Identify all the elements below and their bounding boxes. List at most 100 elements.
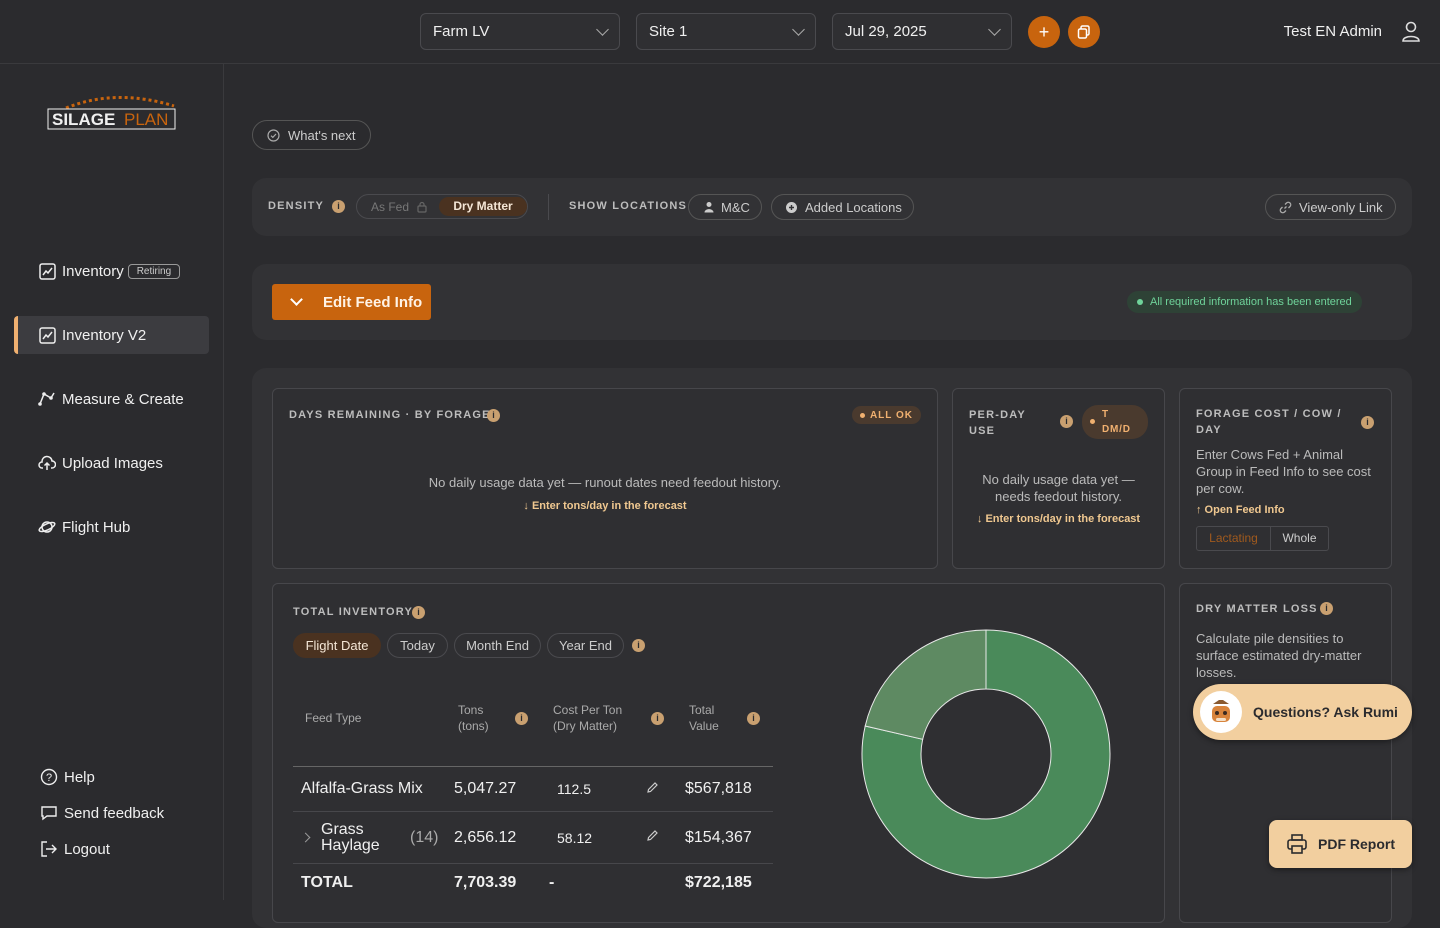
inventory-donut-chart [861,629,1111,879]
logout-link[interactable]: Logout [40,840,110,858]
sidebar-item-label: Inventory [62,262,124,280]
col-value-b: Value [689,719,719,733]
info-icon[interactable]: i [515,712,528,725]
sidebar-item-inventory[interactable]: Inventory Retiring [14,252,209,290]
lock-icon [417,201,427,213]
dry-matter-option[interactable]: Dry Matter [439,197,527,216]
forage-cost-message: Enter Cows Fed + Animal Group in Feed In… [1196,447,1371,496]
all-ok-text: ALL OK [869,409,913,421]
check-circle-icon [267,128,280,142]
plus-icon: + [1038,21,1050,42]
sidebar-item-label: Inventory V2 [62,326,147,344]
open-feed-info-link[interactable]: ↑ Open Feed Info [1196,504,1285,516]
sidebar-item-flight-hub[interactable]: Flight Hub [14,508,209,546]
feed-name: Alfalfa-Grass Mix [301,780,423,797]
logout-icon [41,841,57,857]
info-icon[interactable]: i [487,409,500,422]
sidebar-item-label: Flight Hub [62,518,131,536]
pencil-icon[interactable] [646,829,659,842]
info-icon[interactable]: i [1361,416,1374,429]
date-select[interactable]: Jul 29, 2025 [832,13,1012,50]
info-icon[interactable]: i [1060,415,1073,428]
edit-feed-info-label: Edit Feed Info [323,293,423,311]
status-dot [1090,419,1095,424]
total-value: $567,818 [685,780,752,797]
measure-icon [38,390,56,408]
info-icon[interactable]: i [1320,602,1333,615]
view-only-link-button[interactable]: View-only Link [1265,194,1396,220]
site-select[interactable]: Site 1 [636,13,816,50]
tab-today[interactable]: Today [387,633,448,658]
user-icon[interactable] [1400,20,1422,44]
tab-year-end[interactable]: Year End [547,633,624,658]
farm-select[interactable]: Farm LV [420,13,620,50]
info-icon[interactable]: i [332,200,345,213]
dry-matter-loss-title: DRY MATTER LOSS [1196,603,1318,615]
lactating-option[interactable]: Lactating [1197,527,1271,550]
ask-rumi-button[interactable]: Questions? Ask Rumi [1193,684,1412,740]
add-button[interactable]: + [1028,16,1060,48]
show-locations-label: SHOW LOCATIONS [569,200,688,212]
sidebar-item-upload-images[interactable]: Upload Images [14,444,209,482]
col-cost-b: (Dry Matter) [553,719,617,733]
send-feedback-label: Send feedback [64,804,165,822]
density-label: DENSITY [268,200,325,212]
col-feed-type[interactable]: Feed Type [305,710,361,726]
all-ok-badge: ALL OK [851,406,921,424]
info-icon[interactable]: i [651,712,664,725]
per-day-use-card: PER-DAY USE i T DM/D No daily usage data … [952,388,1165,569]
person-icon [704,202,714,213]
info-icon[interactable]: i [747,712,760,725]
donut-slice-2[interactable] [864,629,987,740]
status-dot [1137,299,1143,305]
total-value: $154,367 [685,829,752,846]
as-fed-option[interactable]: As Fed [371,200,409,214]
help-icon: ? [40,768,58,786]
total-sum: $722,185 [685,874,752,891]
help-label: Help [64,768,95,786]
dry-matter-loss-card: DRY MATTER LOSS i Calculate pile densiti… [1179,583,1392,923]
plus-circle-icon [786,201,797,213]
forage-cost-card: FORAGE COST / COW / DAY i Enter Cows Fed … [1179,388,1392,569]
help-link[interactable]: ? Help [40,768,95,786]
chevron-down-icon [988,22,1001,36]
days-remaining-card: DAYS REMAINING · BY FORAGE i ALL OK No d… [272,388,938,569]
tab-month-end[interactable]: Month End [454,633,541,658]
per-day-empty-message: No daily usage data yet — needs feedout h… [953,471,1164,505]
col-tons[interactable]: Tons (tons) [458,702,489,734]
unit-badge[interactable]: T DM/D [1082,405,1148,439]
top-bar: Farm LV Site 1 Jul 29, 2025 + Test EN Ad… [0,0,1440,64]
days-remaining-title: DAYS REMAINING · BY FORAGE [289,409,491,421]
pdf-report-button[interactable]: PDF Report [1269,820,1412,868]
enter-tons-link[interactable]: ↓ Enter tons/day in the forecast [273,500,937,512]
whole-option[interactable]: Whole [1271,527,1328,550]
send-feedback-link[interactable]: Send feedback [40,804,164,822]
col-total-value[interactable]: Total Value [689,702,719,734]
col-cost-per-ton[interactable]: Cost Per Ton (Dry Matter) [553,702,622,734]
sidebar-item-inventory-v2[interactable]: Inventory V2 [14,316,209,354]
group-toggle: Lactating Whole [1196,526,1329,551]
chart-icon [38,326,56,344]
mc-location-toggle[interactable]: M&C [688,194,762,220]
added-locations-toggle[interactable]: Added Locations [771,194,914,220]
total-inventory-title: TOTAL INVENTORY [293,606,414,618]
info-icon[interactable]: i [412,606,425,619]
pencil-icon[interactable] [646,781,659,794]
edit-feed-info-button[interactable]: Edit Feed Info [272,284,431,320]
copy-button[interactable] [1068,16,1100,48]
forage-cost-title-a: FORAGE COST / COW / [1196,408,1342,420]
site-select-value: Site 1 [649,23,688,40]
info-icon[interactable]: i [632,639,645,652]
divider [548,194,549,220]
days-empty-message: No daily usage data yet — runout dates n… [428,475,782,490]
whats-next-button[interactable]: What's next [252,120,371,150]
per-day-empty-a: No daily usage data yet — [982,472,1135,487]
feed-status-text: All required information has been entere… [1150,296,1352,308]
sidebar-item-label: Upload Images [62,454,163,472]
logo-text-plan: PLAN [124,110,168,129]
sidebar-item-measure-create[interactable]: Measure & Create [14,380,209,418]
date-select-value: Jul 29, 2025 [845,23,927,40]
chat-icon [41,806,57,821]
enter-tons-link[interactable]: ↓ Enter tons/day in the forecast [953,513,1164,525]
tab-flight-date[interactable]: Flight Date [293,633,381,658]
